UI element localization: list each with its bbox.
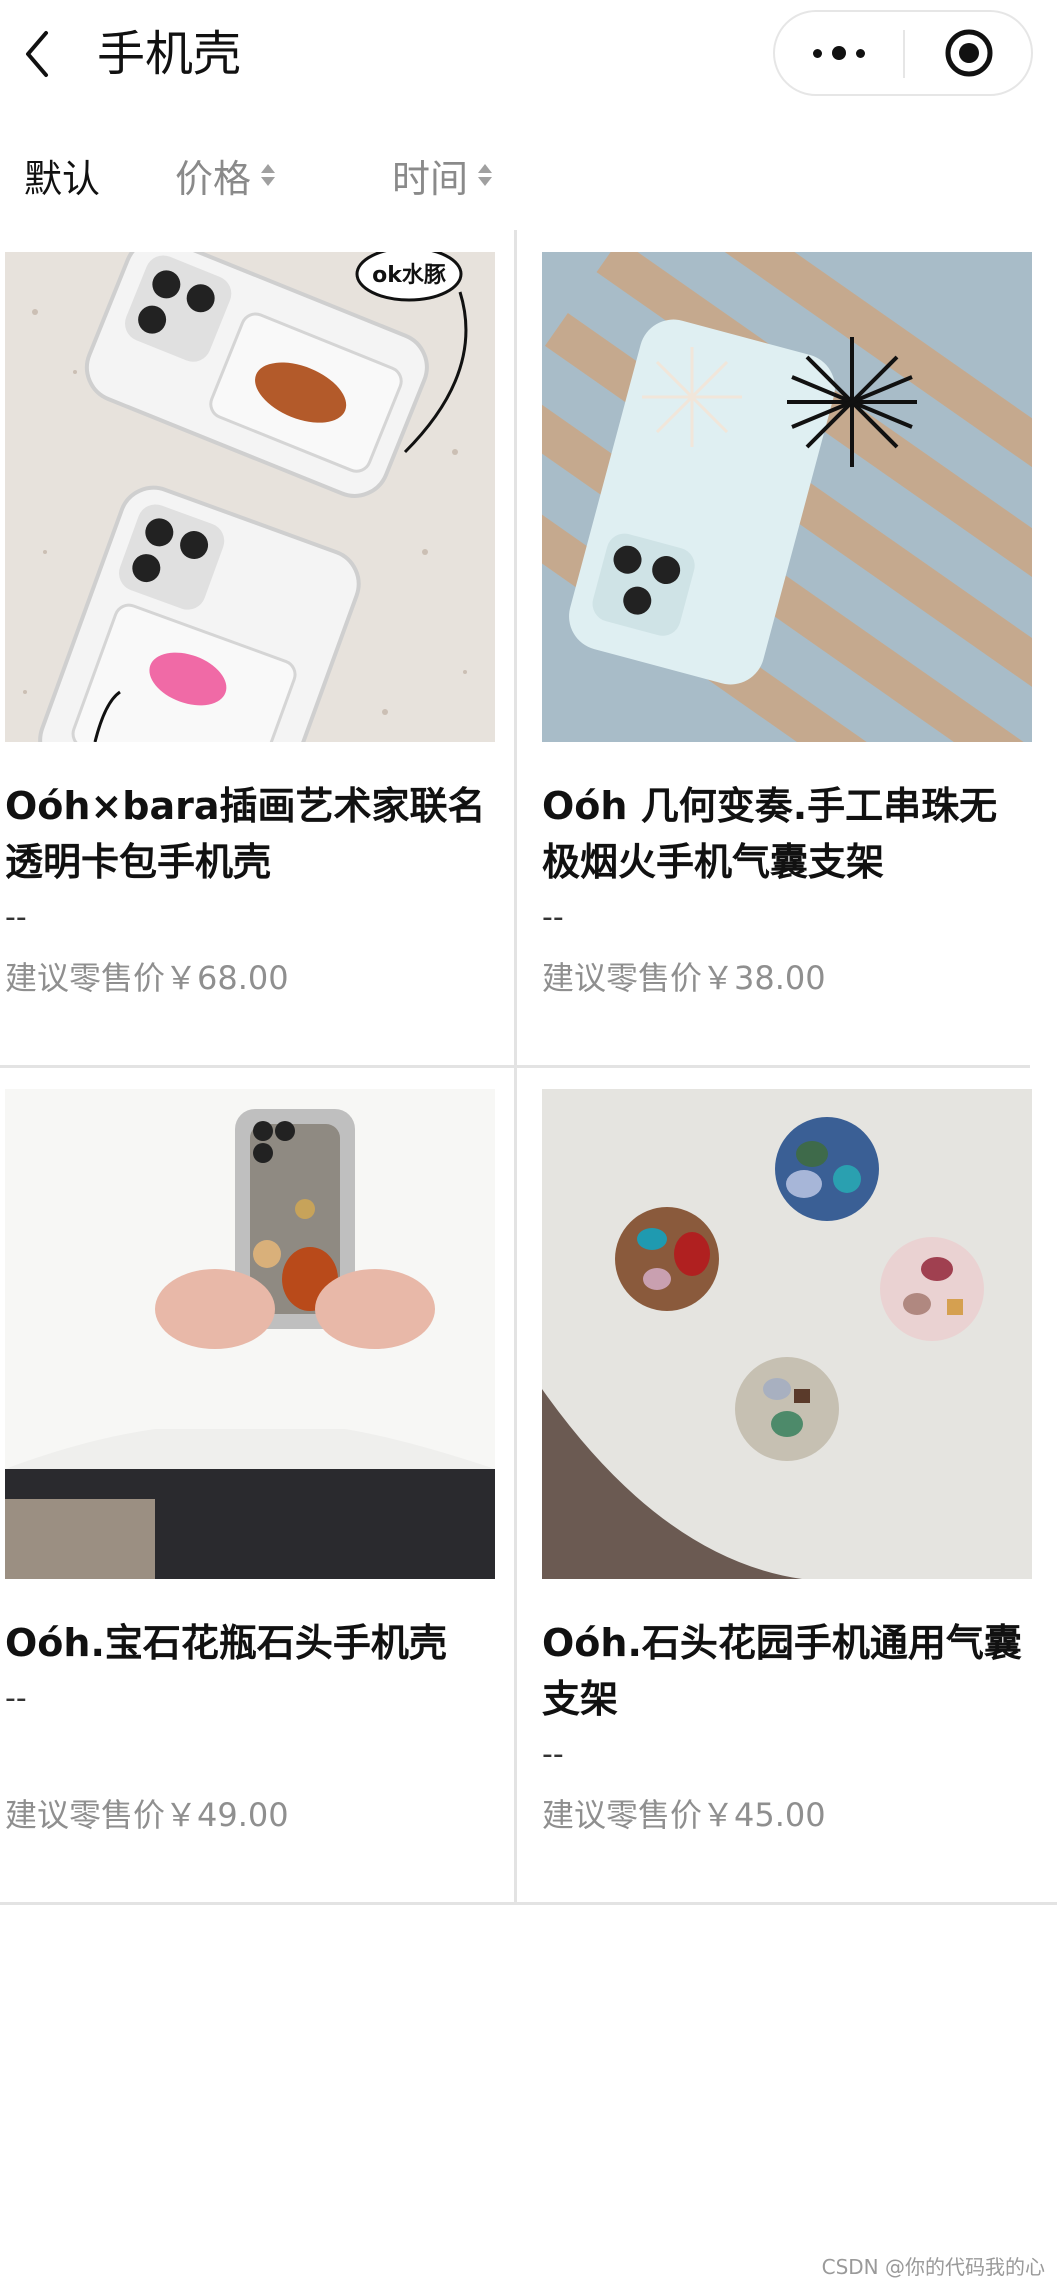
product-image-beaded-grip bbox=[542, 252, 1032, 742]
product-price: ￥38.00 bbox=[702, 959, 826, 997]
price-label: 建议零售价 bbox=[5, 1796, 166, 1834]
price-label: 建议零售价 bbox=[5, 959, 166, 997]
price-label: 建议零售价 bbox=[542, 1796, 703, 1834]
chevron-left-icon bbox=[26, 31, 48, 77]
target-icon bbox=[945, 29, 993, 77]
product-title: Oóh.石头花园手机通用气囊支架 bbox=[542, 1621, 1022, 1721]
price-row: 建议零售价 ￥45.00 bbox=[542, 1787, 1032, 1843]
grid-divider-bottom bbox=[0, 1902, 1057, 1905]
product-card[interactable]: Oóh.宝石花瓶石头手机壳 -- 建议零售价 ￥49.00 bbox=[5, 1089, 495, 1843]
mini-program-capsule bbox=[773, 10, 1033, 96]
sort-price-tab[interactable]: 价格 bbox=[175, 140, 276, 210]
sort-default-label: 默认 bbox=[24, 156, 101, 201]
product-subtitle: -- bbox=[5, 900, 27, 935]
more-dots-icon-center bbox=[832, 46, 846, 60]
product-card[interactable]: Oóh 几何变奏.手工串珠无极烟火手机气囊支架 -- 建议零售价 ￥38.00 bbox=[542, 252, 1032, 1006]
more-dots-icon-right bbox=[856, 48, 865, 58]
product-image-stone-garden-grip bbox=[542, 1089, 1032, 1579]
product-image-gem-vase-case bbox=[5, 1089, 495, 1579]
more-dots-icon bbox=[813, 48, 822, 58]
sort-arrows-icon bbox=[478, 164, 493, 186]
product-price: ￥68.00 bbox=[165, 959, 289, 997]
product-price: ￥49.00 bbox=[165, 1796, 289, 1834]
navigation-bar: 手机壳 bbox=[0, 0, 1057, 110]
product-title: Oóh.宝石花瓶石头手机壳 bbox=[5, 1621, 447, 1665]
watermark: CSDN @你的代码我的心 bbox=[821, 2255, 1045, 2279]
grid-divider-row bbox=[0, 1065, 1030, 1068]
sort-time-label: 时间 bbox=[392, 156, 469, 201]
product-image-phone-case-capybara: ok水豚 bbox=[5, 252, 495, 742]
page-title: 手机壳 bbox=[97, 26, 242, 82]
product-subtitle: -- bbox=[542, 1737, 564, 1772]
close-mini-program-button[interactable] bbox=[907, 12, 1031, 94]
sort-price-label: 价格 bbox=[175, 156, 252, 201]
price-row: 建议零售价 ￥38.00 bbox=[542, 950, 1032, 1006]
capsule-divider bbox=[903, 30, 905, 78]
sort-default-tab[interactable]: 默认 bbox=[24, 140, 100, 210]
price-row: 建议零售价 ￥49.00 bbox=[5, 1787, 495, 1843]
sort-bar: 默认 价格 时间 bbox=[0, 140, 1057, 210]
product-price: ￥45.00 bbox=[702, 1796, 826, 1834]
product-title: Oóh×bara插画艺术家联名透明卡包手机壳 bbox=[5, 784, 486, 884]
price-row: 建议零售价 ￥68.00 bbox=[5, 950, 495, 1006]
product-card[interactable]: Oóh.石头花园手机通用气囊支架 -- 建议零售价 ￥45.00 bbox=[542, 1089, 1032, 1843]
sort-arrows-icon bbox=[261, 164, 276, 186]
price-label: 建议零售价 bbox=[542, 959, 703, 997]
product-subtitle: -- bbox=[5, 1681, 27, 1716]
sort-time-tab[interactable]: 时间 bbox=[392, 140, 493, 210]
image-caption: ok水豚 bbox=[372, 263, 446, 288]
product-title: Oóh 几何变奏.手工串珠无极烟火手机气囊支架 bbox=[542, 784, 998, 884]
more-button[interactable] bbox=[775, 12, 903, 94]
product-subtitle: -- bbox=[542, 900, 564, 935]
back-button[interactable] bbox=[12, 24, 62, 84]
product-card[interactable]: ok水豚 Oóh×bara插画艺术家联名透明卡包手机壳 -- 建议零售价 ￥68… bbox=[5, 252, 495, 1006]
